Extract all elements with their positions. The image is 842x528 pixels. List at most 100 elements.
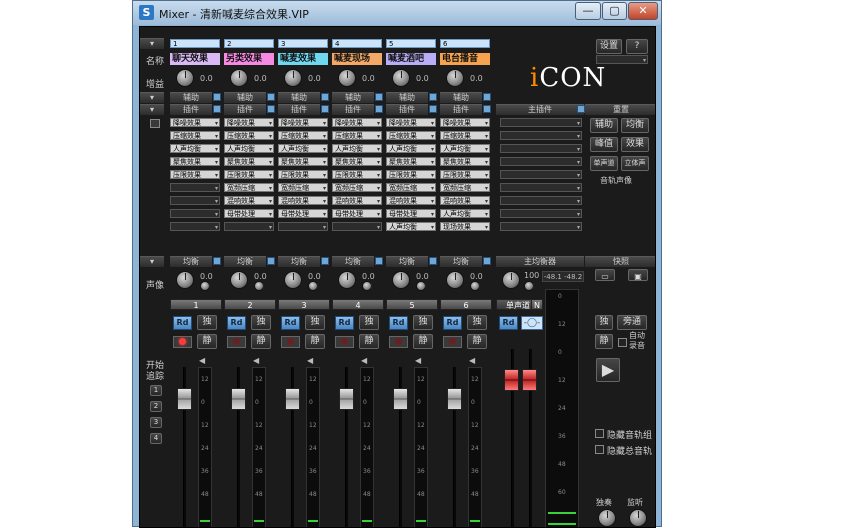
inserts-toggle[interactable] <box>375 105 383 113</box>
plugin-slot[interactable]: 人声均衡 ▾ <box>278 144 328 153</box>
gain-knob[interactable] <box>338 69 356 87</box>
master-pan-mini-knob[interactable] <box>524 281 534 291</box>
master-pan-knob[interactable] <box>502 271 520 289</box>
plugin-slot[interactable]: 聚焦效果 ▾ <box>440 157 490 166</box>
aux-toggle[interactable] <box>375 93 383 101</box>
channel-name[interactable]: 另类效果 <box>224 53 274 65</box>
monitor-level-knob[interactable] <box>629 509 647 527</box>
plugin-slot[interactable]: 压缩效果 ▾ <box>440 131 490 140</box>
channel-input-select[interactable]: 1 <box>170 39 220 48</box>
mute-button[interactable]: 静 <box>251 334 271 349</box>
read-automation-button[interactable]: Rd <box>227 316 246 330</box>
channel-input-select[interactable]: 2 <box>224 39 274 48</box>
aux-toggle[interactable] <box>483 93 491 101</box>
plugin-slot[interactable]: 压限效果 ▾ <box>332 170 382 179</box>
channel-fader[interactable] <box>177 388 192 410</box>
mute-button[interactable]: 静 <box>413 334 433 349</box>
plugin-slot[interactable]: 宽频压缩 ▾ <box>224 183 274 192</box>
master-fader-left[interactable] <box>504 369 519 391</box>
pan-mini-knob[interactable] <box>362 281 372 291</box>
track-button-3[interactable]: 3 <box>150 417 162 428</box>
channel-name[interactable]: 喊麦效果 <box>278 53 328 65</box>
read-automation-button[interactable]: Rd <box>173 316 192 330</box>
plugin-slot[interactable]: 宽频压缩 ▾ <box>278 183 328 192</box>
gain-knob[interactable] <box>176 69 194 87</box>
gain-knob[interactable] <box>446 69 464 87</box>
plugin-slot[interactable]: 宽频压缩 ▾ <box>440 183 490 192</box>
master-plugin-slot[interactable]: ▾ <box>500 157 582 166</box>
plugin-slot[interactable]: 混响效果 ▾ <box>386 196 436 205</box>
insert-collapse-button[interactable] <box>150 119 160 128</box>
pan-knob[interactable] <box>230 271 248 289</box>
master-plugin-slot[interactable]: ▾ <box>500 144 582 153</box>
record-arm-button[interactable] <box>281 336 300 348</box>
master-n-button[interactable]: N <box>531 299 543 310</box>
channel-fader[interactable] <box>339 388 354 410</box>
inserts-toggle[interactable] <box>213 105 221 113</box>
mute-button[interactable]: 静 <box>359 334 379 349</box>
plugin-slot[interactable]: 压缩效果 ▾ <box>278 131 328 140</box>
plugin-slot[interactable]: 降噪效果 ▾ <box>278 118 328 127</box>
solo-button[interactable]: 独 <box>251 315 271 330</box>
plugin-slot[interactable]: ▾ <box>170 222 220 231</box>
snapshot-folder-button[interactable]: ▭ <box>595 269 615 281</box>
plugin-slot[interactable]: 压限效果 ▾ <box>440 170 490 179</box>
plugin-slot[interactable]: 聚焦效果 ▾ <box>332 157 382 166</box>
mute-button[interactable]: 静 <box>467 334 487 349</box>
record-arm-button[interactable] <box>227 336 246 348</box>
master-plugin-slot[interactable]: ▾ <box>500 118 582 127</box>
aux-toggle[interactable] <box>213 93 221 101</box>
channel-name[interactable]: 喊麦酒吧 <box>386 53 436 65</box>
mute-button[interactable]: 静 <box>197 334 217 349</box>
pan-knob[interactable] <box>392 271 410 289</box>
gain-knob[interactable] <box>392 69 410 87</box>
master-plugin-slot[interactable]: ▾ <box>500 196 582 205</box>
plugin-slot[interactable]: 混响效果 ▾ <box>440 196 490 205</box>
pan-mini-knob[interactable] <box>470 281 480 291</box>
plugin-slot[interactable]: ▾ <box>170 209 220 218</box>
plugin-slot[interactable]: 人声均衡 ▾ <box>386 222 436 231</box>
pan-mini-knob[interactable] <box>308 281 318 291</box>
hide-master-checkbox[interactable] <box>595 445 604 454</box>
plugin-slot[interactable]: 压限效果 ▾ <box>224 170 274 179</box>
plugin-slot[interactable]: 降噪效果 ▾ <box>440 118 490 127</box>
master-fader-right[interactable] <box>522 369 537 391</box>
channel-input-select[interactable]: 6 <box>440 39 490 48</box>
collapse-inserts-button[interactable]: ▾ <box>140 104 164 115</box>
inserts-toggle[interactable] <box>267 105 275 113</box>
plugin-slot[interactable]: 母带处理 ▾ <box>278 209 328 218</box>
solo-level-knob[interactable] <box>598 509 616 527</box>
channel-fader[interactable] <box>231 388 246 410</box>
mute-all-button[interactable]: 静 <box>595 334 613 349</box>
solo-button[interactable]: 独 <box>359 315 379 330</box>
read-automation-button[interactable]: Rd <box>281 316 300 330</box>
eq-toggle[interactable] <box>483 257 491 265</box>
master-plugin-slot[interactable]: ▾ <box>500 209 582 218</box>
plugin-slot[interactable]: 压缩效果 ▾ <box>332 131 382 140</box>
master-plugin-slot[interactable]: ▾ <box>500 183 582 192</box>
mono-button[interactable]: 单声道 <box>590 156 618 171</box>
pan-knob[interactable] <box>338 271 356 289</box>
read-automation-button[interactable]: Rd <box>443 316 462 330</box>
plugin-slot[interactable]: 压缩效果 ▾ <box>224 131 274 140</box>
plugin-slot[interactable]: ▾ <box>170 196 220 205</box>
collapse-top-button[interactable]: ▾ <box>140 38 164 49</box>
plugin-slot[interactable]: 压限效果 ▾ <box>278 170 328 179</box>
plugin-slot[interactable]: ▾ <box>278 222 328 231</box>
plugin-slot[interactable]: 母带处理 ▾ <box>224 209 274 218</box>
channel-name[interactable]: 电台播音 <box>440 53 490 65</box>
inserts-toggle[interactable] <box>483 105 491 113</box>
eq-toggle[interactable] <box>321 257 329 265</box>
title-bar[interactable]: S Mixer - 清新喊麦综合效果.VIP — ▢ ✕ <box>133 1 661 25</box>
hide-groups-checkbox[interactable] <box>595 429 604 438</box>
channel-name[interactable]: 喊麦现场 <box>332 53 382 65</box>
channel-fader[interactable] <box>447 388 462 410</box>
solo-button[interactable]: 独 <box>197 315 217 330</box>
track-button-4[interactable]: 4 <box>150 433 162 444</box>
master-plugin-slot[interactable]: ▾ <box>500 131 582 140</box>
plugin-slot[interactable]: 降噪效果 ▾ <box>332 118 382 127</box>
eq-toggle[interactable] <box>267 257 275 265</box>
plugin-slot[interactable]: 压缩效果 ▾ <box>386 131 436 140</box>
settings-button[interactable]: 设置 <box>596 39 622 54</box>
gain-knob[interactable] <box>284 69 302 87</box>
